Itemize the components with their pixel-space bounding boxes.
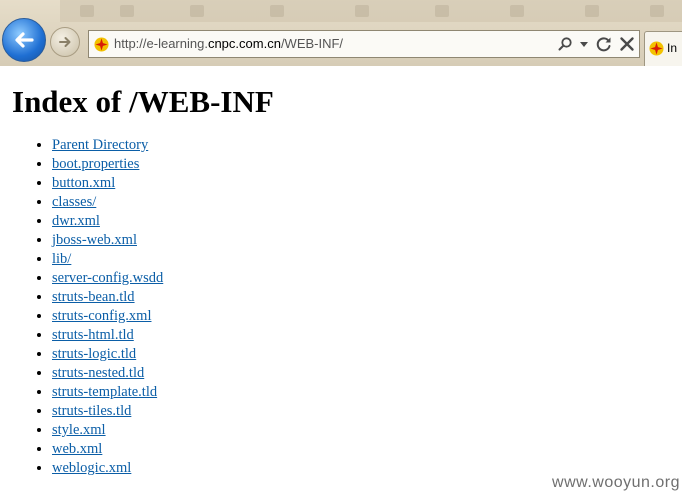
list-item: web.xml (52, 440, 163, 459)
list-item: lib/ (52, 250, 163, 269)
directory-link[interactable]: classes/ (52, 194, 96, 210)
list-item: struts-tiles.tld (52, 402, 163, 421)
forward-button[interactable] (50, 27, 80, 57)
address-tools (557, 34, 635, 54)
list-item: Parent Directory (52, 136, 163, 155)
close-icon[interactable] (619, 36, 635, 52)
browser-toolbar: http://e-learning.cnpc.com.cn/WEB-INF/ I… (0, 0, 682, 66)
page-content: Index of /WEB-INF Parent Directory boot.p… (0, 66, 682, 494)
cnpc-logo-icon (94, 37, 109, 52)
tab-label: In (667, 41, 678, 55)
directory-link[interactable]: jboss-web.xml (52, 232, 137, 248)
list-item: struts-template.tld (52, 383, 163, 402)
cnpc-logo-icon (649, 41, 664, 56)
url-prefix: http://e-learning. (114, 36, 208, 51)
url-text[interactable]: http://e-learning.cnpc.com.cn/WEB-INF/ (114, 36, 343, 51)
list-item: style.xml (52, 421, 163, 440)
forward-arrow-icon (59, 37, 71, 47)
browser-tab[interactable]: In (644, 31, 682, 66)
directory-link[interactable]: struts-nested.tld (52, 365, 144, 381)
list-item: jboss-web.xml (52, 231, 163, 250)
directory-link[interactable]: server-config.wsdd (52, 270, 163, 286)
directory-link[interactable]: lib/ (52, 251, 71, 267)
back-arrow-icon (15, 32, 34, 48)
directory-link[interactable]: boot.properties (52, 156, 139, 172)
list-item: struts-config.xml (52, 307, 163, 326)
watermark: www.wooyun.org (552, 474, 680, 491)
directory-link[interactable]: weblogic.xml (52, 460, 131, 476)
directory-link[interactable]: dwr.xml (52, 213, 100, 229)
directory-listing: Parent Directory boot.properties button.xm… (0, 136, 163, 478)
directory-link[interactable]: button.xml (52, 175, 115, 191)
list-item: struts-bean.tld (52, 288, 163, 307)
page-title: Index of /WEB-INF (12, 84, 274, 119)
list-item: weblogic.xml (52, 459, 163, 478)
directory-link[interactable]: struts-config.xml (52, 308, 151, 324)
url-path: /WEB-INF/ (280, 36, 344, 51)
refresh-icon[interactable] (595, 35, 613, 53)
list-item: dwr.xml (52, 212, 163, 231)
list-item: struts-html.tld (52, 326, 163, 345)
list-item: boot.properties (52, 155, 163, 174)
directory-link[interactable]: web.xml (52, 441, 102, 457)
directory-link[interactable]: struts-logic.tld (52, 346, 136, 362)
search-icon[interactable] (557, 36, 573, 52)
list-item: classes/ (52, 193, 163, 212)
directory-link[interactable]: struts-template.tld (52, 384, 157, 400)
back-button[interactable] (2, 18, 46, 62)
directory-link[interactable]: style.xml (52, 422, 106, 438)
list-item: button.xml (52, 174, 163, 193)
directory-link[interactable]: struts-bean.tld (52, 289, 135, 305)
directory-link[interactable]: struts-tiles.tld (52, 403, 131, 419)
chevron-down-icon[interactable] (579, 39, 589, 49)
address-bar[interactable]: http://e-learning.cnpc.com.cn/WEB-INF/ (88, 30, 640, 58)
directory-link[interactable]: struts-html.tld (52, 327, 134, 343)
list-item: struts-nested.tld (52, 364, 163, 383)
directory-link[interactable]: Parent Directory (52, 137, 148, 153)
url-host: cnpc.com.cn (207, 36, 281, 51)
list-item: server-config.wsdd (52, 269, 163, 288)
list-item: struts-logic.tld (52, 345, 163, 364)
favorites-bar (60, 0, 682, 22)
